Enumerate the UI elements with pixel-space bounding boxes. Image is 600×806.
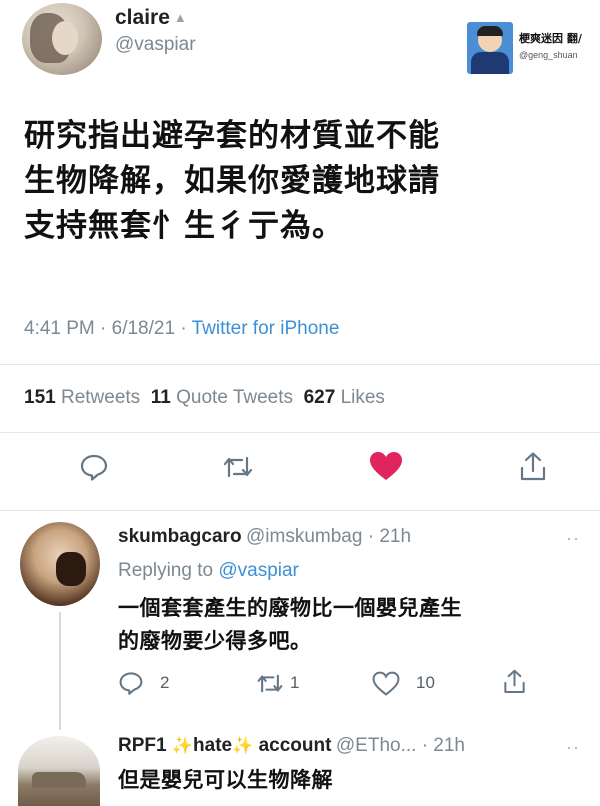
reply-author-name[interactable]: skumbagcaro <box>118 526 242 547</box>
watermark-avatar <box>467 22 513 74</box>
sparkle-icon: ✨ <box>171 736 194 755</box>
reply-avatar[interactable] <box>20 522 100 606</box>
reply-text: 但是嬰兒可以生物降解 <box>118 769 333 792</box>
reply-author-handle[interactable]: @imskumbag · 21h <box>246 526 411 547</box>
watermark-logo: 梗爽迷因 翻/ @geng_shuan <box>467 22 600 78</box>
tweet-text-line: 支持無套忄生彳亍為。 <box>24 208 344 243</box>
watermark-handle: @geng_shuan <box>519 50 578 60</box>
like-icon[interactable] <box>372 671 400 696</box>
reply-author-name[interactable]: RPF1 ✨hate✨ account <box>118 735 331 756</box>
reply-text-line: 的廢物要少得多吧。 <box>118 630 312 653</box>
retweet-icon[interactable] <box>222 454 254 480</box>
more-options-icon[interactable]: ·· <box>566 737 580 758</box>
author-name[interactable]: claire ▲ <box>115 6 187 30</box>
tweet-meta: 4:41 PM · 6/18/21 · Twitter for iPhone <box>24 318 339 340</box>
tweet-text-line: 生物降解，如果你愛護地球請 <box>24 163 440 198</box>
reply-text-line: 一個套套產生的廢物比一個嬰兒產生 <box>118 597 462 620</box>
reply-avatar[interactable] <box>18 736 100 806</box>
tweet-text: 研究指出避孕套的材質並不能 生物降解，如果你愛護地球請 支持無套忄生彳亍為。 <box>24 113 584 248</box>
retweet-icon[interactable] <box>256 672 284 695</box>
watermark-title: 梗爽迷因 翻/ <box>519 32 582 45</box>
reply-icon[interactable] <box>79 452 109 482</box>
likes-stat[interactable]: 627 Likes <box>304 387 385 408</box>
thread-connector-line <box>59 612 61 730</box>
sparkle-icon: ✨ <box>232 736 254 755</box>
divider <box>0 432 600 433</box>
author-name-text: claire <box>115 6 170 29</box>
reply-author-handle[interactable]: @ETho... · 21h <box>336 735 465 756</box>
reply-count: 2 <box>160 673 170 692</box>
tweet-stats: 151 Retweets 11 Quote Tweets 627 Likes <box>24 387 385 409</box>
retweet-count: 1 <box>290 673 300 692</box>
like-heart-icon[interactable] <box>368 450 404 482</box>
retweets-stat[interactable]: 151 Retweets <box>24 387 140 408</box>
lock-icon: ▲ <box>173 10 187 25</box>
quote-tweets-stat[interactable]: 11 Quote Tweets <box>151 387 293 408</box>
replying-to: Replying to @vaspiar <box>118 560 299 581</box>
reply-icon[interactable] <box>118 670 144 696</box>
share-icon[interactable] <box>502 668 527 696</box>
tweet-source-link[interactable]: Twitter for iPhone <box>192 318 340 339</box>
reply-header: skumbagcaro @imskumbag · 21h <box>118 526 411 548</box>
like-count: 10 <box>416 673 435 692</box>
more-options-icon[interactable]: ·· <box>566 528 580 549</box>
author-avatar[interactable] <box>22 3 102 75</box>
replying-to-link[interactable]: @vaspiar <box>218 560 299 581</box>
avatar-face <box>52 21 78 55</box>
tweet-text-line: 研究指出避孕套的材質並不能 <box>24 118 440 153</box>
reply-text: 一個套套產生的廢物比一個嬰兒產生 的廢物要少得多吧。 <box>118 592 462 658</box>
share-icon[interactable] <box>518 451 548 483</box>
tweet-timestamp[interactable]: 4:41 PM · 6/18/21 · <box>24 318 192 339</box>
divider <box>0 510 600 511</box>
author-handle[interactable]: @vaspiar <box>115 34 196 56</box>
reply-header: RPF1 ✨hate✨ account @ETho... · 21h <box>118 735 465 757</box>
divider <box>0 364 600 365</box>
